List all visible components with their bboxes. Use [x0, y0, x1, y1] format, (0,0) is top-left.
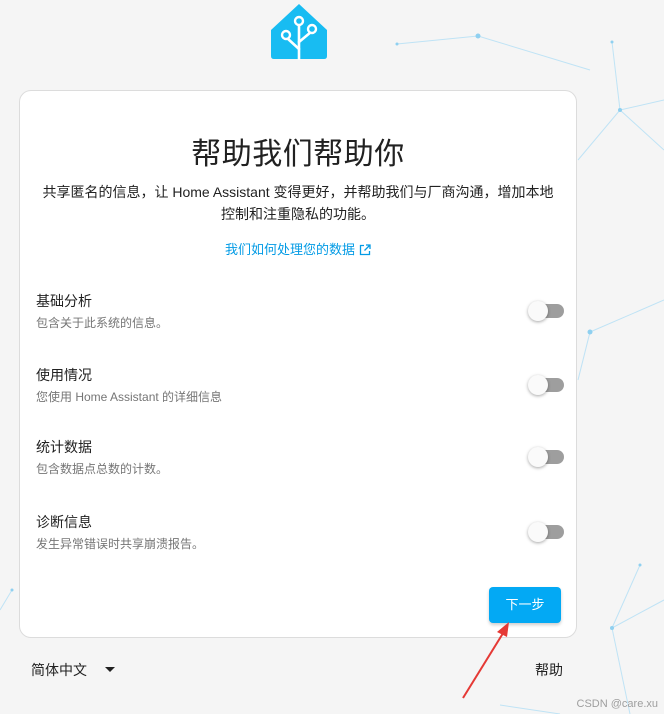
page-title: 帮助我们帮助你 [191, 138, 405, 171]
toggle-thumb [528, 375, 548, 395]
option-title: 统计数据 [36, 439, 92, 455]
option-subtitle: 包含关于此系统的信息。 [36, 316, 169, 330]
data-usage-link[interactable]: 我们如何处理您的数据 [20, 239, 576, 258]
next-button[interactable]: 下一步 [489, 587, 561, 623]
option-statistics: 统计数据 包含数据点总数的计数。 [36, 437, 564, 481]
caret-down-icon [105, 667, 115, 672]
option-title: 诊断信息 [36, 514, 92, 530]
option-subtitle: 您使用 Home Assistant 的详细信息 [36, 390, 223, 404]
language-selector[interactable]: 简体中文 [31, 660, 115, 680]
card-description: 共享匿名的信息，让 Home Assistant 变得更好，并帮助我们与厂商沟通… [42, 184, 554, 222]
usage-toggle[interactable] [528, 375, 564, 395]
home-assistant-logo-icon [271, 4, 327, 60]
option-diagnostics: 诊断信息 发生异常错误时共享崩溃报告。 [36, 512, 564, 556]
toggle-thumb [528, 447, 548, 467]
toggle-thumb [528, 301, 548, 321]
diagnostics-toggle[interactable] [528, 522, 564, 542]
onboarding-page: 帮助我们帮助你 共享匿名的信息，让 Home Assistant 变得更好，并帮… [0, 0, 664, 714]
language-label: 简体中文 [31, 662, 87, 678]
data-usage-link-label: 我们如何处理您的数据 [224, 242, 355, 257]
open-in-new-icon [359, 244, 371, 256]
statistics-toggle[interactable] [528, 447, 564, 467]
toggle-thumb [528, 522, 548, 542]
option-title: 基础分析 [36, 293, 92, 309]
watermark: CSDN @care.xu [576, 698, 658, 710]
option-subtitle: 发生异常错误时共享崩溃报告。 [36, 537, 205, 551]
option-basic-analytics: 基础分析 包含关于此系统的信息。 [36, 291, 564, 335]
analytics-card: 帮助我们帮助你 共享匿名的信息，让 Home Assistant 变得更好，并帮… [19, 90, 577, 638]
basic-analytics-toggle[interactable] [528, 301, 564, 321]
help-link[interactable]: 帮助 [535, 660, 563, 680]
option-subtitle: 包含数据点总数的计数。 [36, 462, 169, 476]
option-usage: 使用情况 您使用 Home Assistant 的详细信息 [36, 365, 564, 409]
option-title: 使用情况 [36, 367, 92, 383]
